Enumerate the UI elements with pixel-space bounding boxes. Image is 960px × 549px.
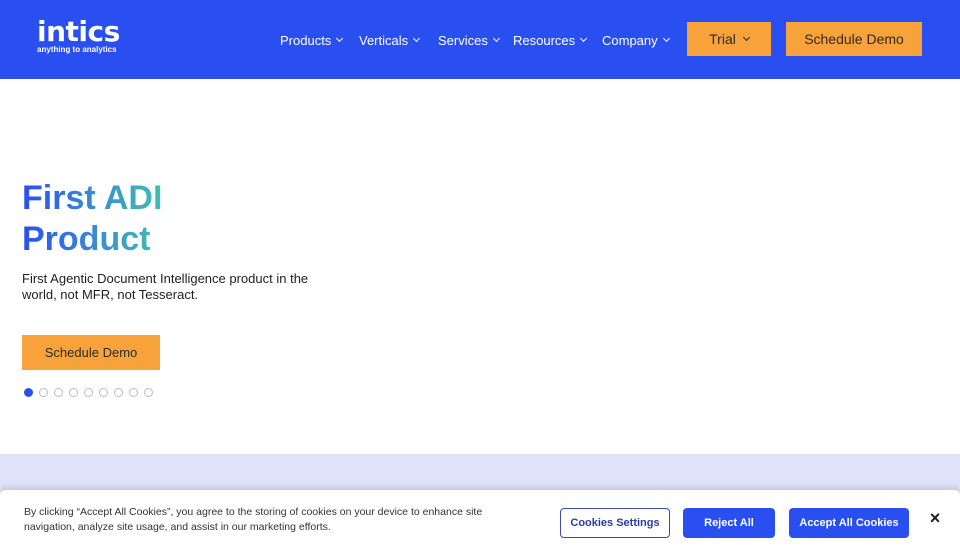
chevron-down-icon xyxy=(413,34,421,42)
nav-products-label: Products xyxy=(280,32,332,48)
carousel-dot-2[interactable] xyxy=(39,388,48,397)
close-icon[interactable]: × xyxy=(926,509,944,527)
chevron-down-icon xyxy=(662,34,670,42)
nav-company-label: Company xyxy=(602,32,658,48)
logo-tagline: anything to analytics xyxy=(37,45,117,54)
nav-resources-label: Resources xyxy=(513,32,576,48)
hero-title-line2: Product xyxy=(22,220,151,258)
reject-all-button[interactable]: Reject All xyxy=(683,508,775,538)
nav-resources[interactable]: Resources xyxy=(513,31,588,49)
nav-verticals-label: Verticals xyxy=(359,32,409,48)
cookie-banner: By clicking “Accept All Cookies”, you ag… xyxy=(0,489,960,549)
trial-button[interactable]: Trial xyxy=(687,22,771,56)
carousel-dot-3[interactable] xyxy=(54,388,63,397)
carousel-dot-6[interactable] xyxy=(99,388,108,397)
cookies-settings-button[interactable]: Cookies Settings xyxy=(560,508,670,538)
hero-subtitle: First Agentic Document Intelligence prod… xyxy=(22,271,309,302)
chevron-down-icon xyxy=(336,34,344,42)
carousel-dot-1[interactable] xyxy=(24,388,33,397)
accept-all-cookies-button[interactable]: Accept All Cookies xyxy=(789,508,909,538)
carousel-dot-9[interactable] xyxy=(144,388,153,397)
intics-logo[interactable]: intics anything to analytics xyxy=(37,17,127,57)
nav-services-label: Services xyxy=(438,32,488,48)
nav-verticals[interactable]: Verticals xyxy=(359,31,421,49)
chevron-down-icon xyxy=(492,34,500,42)
hero-title-line1: First ADI xyxy=(22,179,163,217)
carousel-dot-8[interactable] xyxy=(129,388,138,397)
nav-products[interactable]: Products xyxy=(280,31,344,49)
nav-company[interactable]: Company xyxy=(602,31,670,49)
logo-wordmark: intics xyxy=(37,15,120,48)
trial-button-label: Trial xyxy=(709,31,736,47)
chevron-down-icon xyxy=(742,33,750,41)
carousel-pagination xyxy=(24,388,153,397)
site-header: intics anything to analytics Products Ve… xyxy=(0,0,960,79)
schedule-demo-header-button[interactable]: Schedule Demo xyxy=(786,22,922,56)
carousel-dot-5[interactable] xyxy=(84,388,93,397)
hero-title: First ADI Product xyxy=(22,178,162,260)
schedule-demo-hero-button[interactable]: Schedule Demo xyxy=(22,335,160,370)
carousel-dot-7[interactable] xyxy=(114,388,123,397)
cookie-notice-text: By clicking “Accept All Cookies”, you ag… xyxy=(24,506,483,533)
nav-services[interactable]: Services xyxy=(438,31,500,49)
carousel-dot-4[interactable] xyxy=(69,388,78,397)
chevron-down-icon xyxy=(580,34,588,42)
